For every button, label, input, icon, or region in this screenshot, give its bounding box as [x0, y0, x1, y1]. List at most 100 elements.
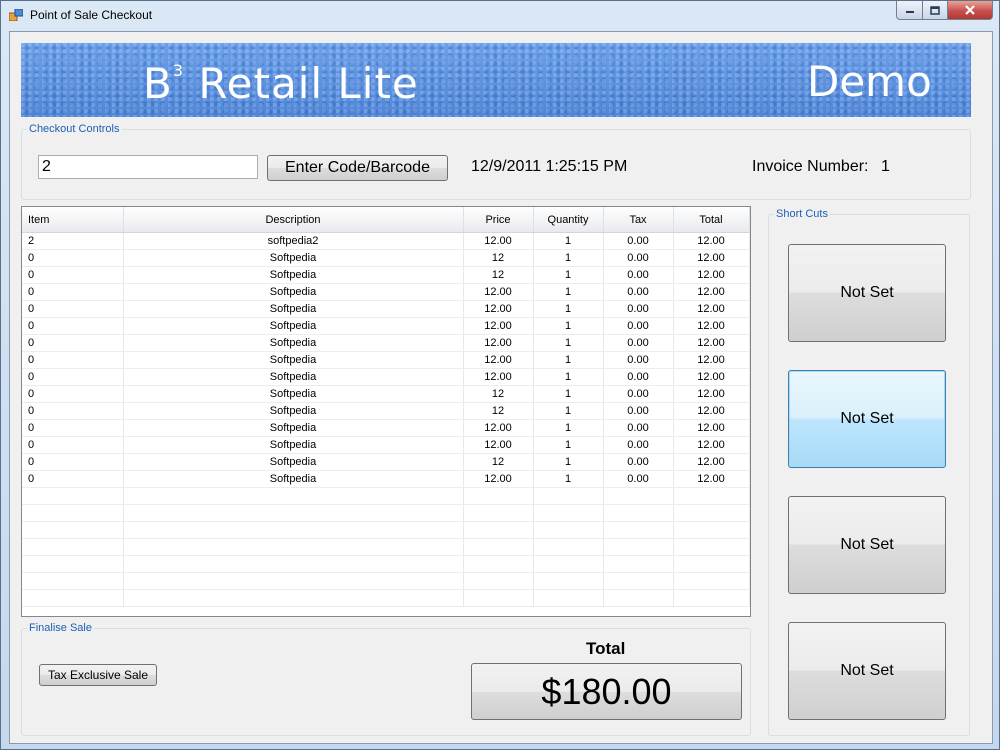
items-grid[interactable]: Item Description Price Quantity Tax Tota… — [21, 206, 751, 617]
shortcut-button-2[interactable]: Not Set — [788, 370, 946, 468]
table-row[interactable]: 2 softpedia2 12.00 1 0.00 12.00 — [22, 232, 750, 250]
cell-description — [123, 538, 464, 556]
table-row[interactable]: 0 Softpedia 12 1 0.00 12.00 — [22, 402, 750, 420]
table-row[interactable]: 0 Softpedia 12 1 0.00 12.00 — [22, 385, 750, 403]
cell-total: 12.00 — [673, 436, 750, 454]
current-datetime: 12/9/2011 1:25:15 PM — [471, 158, 628, 175]
cell-item — [22, 487, 124, 505]
cell-quantity: 1 — [533, 436, 604, 454]
cell-price: 12.00 — [463, 334, 534, 352]
items-table: Item Description Price Quantity Tax Tota… — [22, 207, 750, 607]
table-row[interactable]: 0 Softpedia 12.00 1 0.00 12.00 — [22, 368, 750, 386]
table-row[interactable]: 0 Softpedia 12.00 1 0.00 12.00 — [22, 419, 750, 437]
cell-description — [123, 504, 464, 522]
cell-item — [22, 504, 124, 522]
cell-price: 12.00 — [463, 300, 534, 318]
cell-description: Softpedia — [123, 402, 464, 420]
shortcut-button-3[interactable]: Not Set — [788, 496, 946, 594]
column-header-item[interactable]: Item — [22, 207, 124, 233]
total-amount-button[interactable]: $180.00 — [471, 663, 742, 720]
table-row[interactable]: 0 Softpedia 12.00 1 0.00 12.00 — [22, 334, 750, 352]
cell-description: Softpedia — [123, 453, 464, 471]
cell-price — [463, 589, 534, 607]
invoice-number-value: 1 — [881, 158, 890, 175]
enter-code-button[interactable]: Enter Code/Barcode — [267, 155, 448, 181]
cell-description: Softpedia — [123, 249, 464, 267]
cell-total: 12.00 — [673, 351, 750, 369]
cell-item: 0 — [22, 453, 124, 471]
column-header-total[interactable]: Total — [673, 207, 750, 233]
cell-quantity — [533, 538, 604, 556]
empty-table-row[interactable] — [22, 555, 750, 573]
cell-item: 0 — [22, 283, 124, 301]
empty-table-row[interactable] — [22, 504, 750, 522]
cell-total — [673, 538, 750, 556]
column-header-price[interactable]: Price — [463, 207, 534, 233]
cell-tax — [603, 504, 674, 522]
cell-total: 12.00 — [673, 249, 750, 267]
cell-quantity: 1 — [533, 351, 604, 369]
code-input[interactable]: 2 — [38, 155, 258, 179]
cell-description: Softpedia — [123, 300, 464, 318]
cell-item: 0 — [22, 470, 124, 488]
cell-item — [22, 589, 124, 607]
column-header-tax[interactable]: Tax — [603, 207, 674, 233]
cell-quantity: 1 — [533, 283, 604, 301]
cell-price — [463, 521, 534, 539]
cell-item: 0 — [22, 249, 124, 267]
cell-total: 12.00 — [673, 419, 750, 437]
empty-table-row[interactable] — [22, 572, 750, 590]
shortcut-button-4[interactable]: Not Set — [788, 622, 946, 720]
cell-quantity: 1 — [533, 334, 604, 352]
empty-table-row[interactable] — [22, 487, 750, 505]
tax-exclusive-sale-button[interactable]: Tax Exclusive Sale — [39, 664, 157, 686]
empty-table-row[interactable] — [22, 538, 750, 556]
table-row[interactable]: 0 Softpedia 12.00 1 0.00 12.00 — [22, 470, 750, 488]
cell-tax: 0.00 — [603, 232, 674, 250]
cell-price: 12.00 — [463, 419, 534, 437]
cell-description: Softpedia — [123, 470, 464, 488]
checkout-controls-legend: Checkout Controls — [29, 123, 120, 135]
cell-quantity — [533, 504, 604, 522]
cell-item: 0 — [22, 334, 124, 352]
empty-table-row[interactable] — [22, 589, 750, 607]
cell-total: 12.00 — [673, 402, 750, 420]
cell-item — [22, 538, 124, 556]
table-row[interactable]: 0 Softpedia 12 1 0.00 12.00 — [22, 453, 750, 471]
table-row[interactable]: 0 Softpedia 12.00 1 0.00 12.00 — [22, 436, 750, 454]
cell-quantity — [533, 589, 604, 607]
cell-total — [673, 572, 750, 590]
invoice-number-label: Invoice Number: — [752, 158, 869, 175]
table-row[interactable]: 0 Softpedia 12 1 0.00 12.00 — [22, 249, 750, 267]
cell-price — [463, 538, 534, 556]
cell-total: 12.00 — [673, 317, 750, 335]
cell-quantity: 1 — [533, 300, 604, 318]
cell-quantity: 1 — [533, 453, 604, 471]
cell-description — [123, 521, 464, 539]
cell-price — [463, 504, 534, 522]
cell-item: 0 — [22, 385, 124, 403]
table-row[interactable]: 0 Softpedia 12.00 1 0.00 12.00 — [22, 351, 750, 369]
cell-price: 12 — [463, 453, 534, 471]
table-row[interactable]: 0 Softpedia 12 1 0.00 12.00 — [22, 266, 750, 284]
minimize-button[interactable] — [896, 1, 923, 20]
cell-quantity: 1 — [533, 317, 604, 335]
close-button[interactable] — [948, 1, 993, 20]
close-icon — [965, 5, 975, 15]
cell-price: 12.00 — [463, 436, 534, 454]
cell-quantity: 1 — [533, 419, 604, 437]
maximize-button[interactable] — [923, 1, 948, 20]
cell-quantity — [533, 572, 604, 590]
cell-tax: 0.00 — [603, 385, 674, 403]
table-row[interactable]: 0 Softpedia 12.00 1 0.00 12.00 — [22, 283, 750, 301]
shortcut-button-1[interactable]: Not Set — [788, 244, 946, 342]
table-row[interactable]: 0 Softpedia 12.00 1 0.00 12.00 — [22, 317, 750, 335]
title-bar[interactable]: Point of Sale Checkout — [1, 1, 999, 30]
cell-total: 12.00 — [673, 470, 750, 488]
cell-tax: 0.00 — [603, 266, 674, 284]
empty-table-row[interactable] — [22, 521, 750, 539]
cell-price: 12 — [463, 249, 534, 267]
table-row[interactable]: 0 Softpedia 12.00 1 0.00 12.00 — [22, 300, 750, 318]
column-header-description[interactable]: Description — [123, 207, 464, 233]
column-header-quantity[interactable]: Quantity — [533, 207, 604, 233]
